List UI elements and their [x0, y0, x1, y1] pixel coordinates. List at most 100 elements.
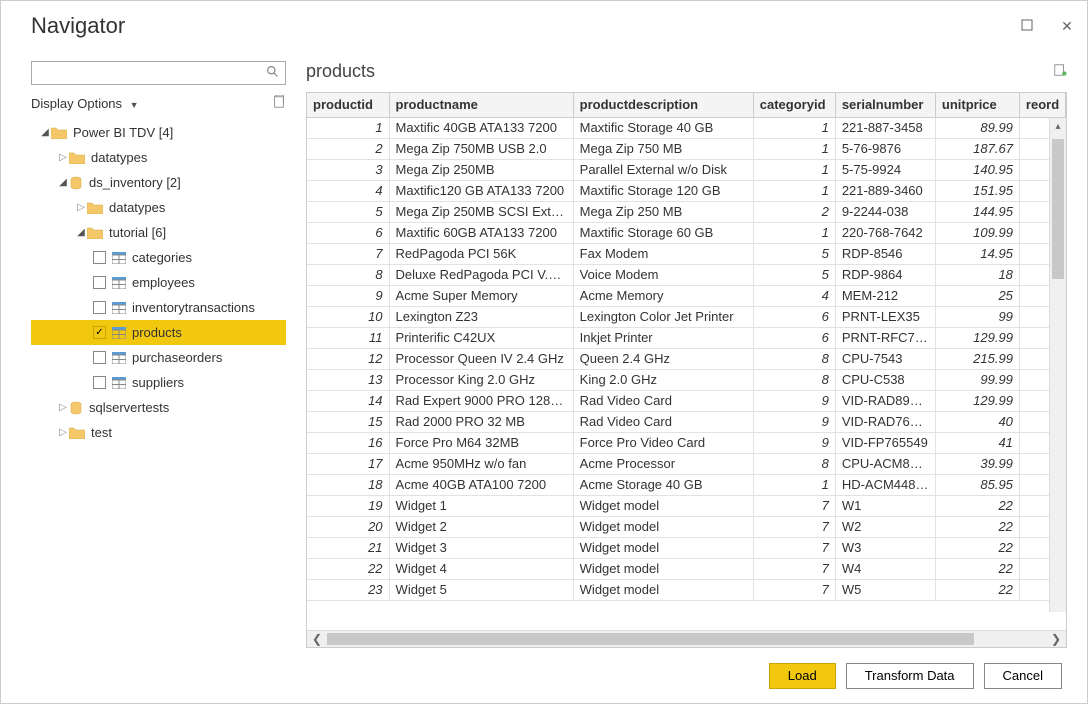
table-row[interactable]: 16Force Pro M64 32MBForce Pro Video Card… [307, 432, 1066, 453]
chevron-down-icon[interactable]: ◢ [57, 177, 69, 188]
chevron-right-icon[interactable]: ▷ [75, 202, 87, 213]
table-row[interactable]: 20Widget 2Widget model7W222 [307, 516, 1066, 537]
preview-action-icon[interactable] [1053, 63, 1067, 80]
table-row[interactable]: 14Rad Expert 9000 PRO 128 MBRad Video Ca… [307, 390, 1066, 411]
cell-productname: Maxtific 60GB ATA133 7200 [389, 222, 573, 243]
table-row[interactable]: 17Acme 950MHz w/o fanAcme Processor8CPU-… [307, 453, 1066, 474]
display-options-label: Display Options [31, 96, 122, 111]
cell-productname: Widget 4 [389, 558, 573, 579]
vertical-scrollbar[interactable]: ▴ [1049, 118, 1066, 612]
table-row[interactable]: 3Mega Zip 250MBParallel External w/o Dis… [307, 159, 1066, 180]
column-header-serialnumber[interactable]: serialnumber [835, 93, 935, 117]
chevron-right-icon[interactable]: ▷ [57, 152, 69, 163]
cell-productdescription: Acme Storage 40 GB [573, 474, 753, 495]
table-row[interactable]: 1Maxtific 40GB ATA133 7200Maxtific Stora… [307, 117, 1066, 138]
tree-node-power-bi-tdv-4-[interactable]: ◢Power BI TDV [4] [31, 120, 286, 145]
cell-serialnumber: W3 [835, 537, 935, 558]
cell-unitprice: 129.99 [935, 390, 1019, 411]
cell-categoryid: 9 [753, 432, 835, 453]
cell-productname: Rad Expert 9000 PRO 128 MB [389, 390, 573, 411]
cell-unitprice: 129.99 [935, 327, 1019, 348]
tree-table-inventorytransactions[interactable]: inventorytransactions [31, 295, 286, 320]
table-row[interactable]: 8Deluxe RedPagoda PCI V.90 56KVoice Mode… [307, 264, 1066, 285]
column-header-productdescription[interactable]: productdescription [573, 93, 753, 117]
load-button[interactable]: Load [769, 663, 836, 689]
cell-productid: 9 [307, 285, 389, 306]
cell-productname: Processor King 2.0 GHz [389, 369, 573, 390]
horizontal-scrollbar[interactable]: ❮ ❯ [307, 630, 1066, 647]
display-options-button[interactable]: Display Options ▼ [31, 96, 139, 111]
tree-node-datatypes[interactable]: ▷datatypes [31, 145, 286, 170]
column-header-reord[interactable]: reord [1019, 93, 1065, 117]
table-row[interactable]: 15Rad 2000 PRO 32 MBRad Video Card9VID-R… [307, 411, 1066, 432]
table-row[interactable]: 13Processor King 2.0 GHzKing 2.0 GHz8CPU… [307, 369, 1066, 390]
tree-node-ds-inventory-2-[interactable]: ◢ds_inventory [2] [31, 170, 286, 195]
table-row[interactable]: 21Widget 3Widget model7W322 [307, 537, 1066, 558]
tree-item-label: inventorytransactions [132, 300, 255, 315]
scroll-left-icon[interactable]: ❮ [307, 632, 327, 646]
chevron-down-icon: ▼ [130, 100, 139, 110]
minimize-icon[interactable] [1007, 18, 1047, 34]
tree-table-employees[interactable]: employees [31, 270, 286, 295]
table-row[interactable]: 2Mega Zip 750MB USB 2.0Mega Zip 750 MB15… [307, 138, 1066, 159]
table-row[interactable]: 18Acme 40GB ATA100 7200Acme Storage 40 G… [307, 474, 1066, 495]
tree-table-purchaseorders[interactable]: purchaseorders [31, 345, 286, 370]
cell-categoryid: 9 [753, 411, 835, 432]
table-row[interactable]: 7RedPagoda PCI 56KFax Modem5RDP-854614.9… [307, 243, 1066, 264]
scroll-up-icon[interactable]: ▴ [1050, 118, 1066, 135]
table-row[interactable]: 9Acme Super MemoryAcme Memory4MEM-21225 [307, 285, 1066, 306]
checkbox[interactable] [93, 351, 106, 364]
table-row[interactable]: 10Lexington Z23Lexington Color Jet Print… [307, 306, 1066, 327]
chevron-right-icon[interactable]: ▷ [57, 427, 69, 438]
close-icon[interactable]: ✕ [1047, 18, 1087, 35]
cell-serialnumber: 221-887-3458 [835, 117, 935, 138]
preview-header: products [306, 61, 1067, 82]
column-header-categoryid[interactable]: categoryid [753, 93, 835, 117]
checkbox[interactable] [93, 326, 106, 339]
table-row[interactable]: 12Processor Queen IV 2.4 GHzQueen 2.4 GH… [307, 348, 1066, 369]
cell-productdescription: King 2.0 GHz [573, 369, 753, 390]
scroll-right-icon[interactable]: ❯ [1046, 632, 1066, 646]
tree-table-products[interactable]: products [31, 320, 286, 345]
chevron-down-icon[interactable]: ◢ [39, 127, 51, 138]
transform-data-button[interactable]: Transform Data [846, 663, 974, 689]
tree-node-sqlservertests[interactable]: ▷sqlservertests [31, 395, 286, 420]
scroll-thumb-vertical[interactable] [1052, 139, 1064, 279]
table-row[interactable]: 23Widget 5Widget model7W522 [307, 579, 1066, 600]
table-row[interactable]: 19Widget 1Widget model7W122 [307, 495, 1066, 516]
search-icon[interactable] [260, 65, 285, 81]
cell-productdescription: Rad Video Card [573, 411, 753, 432]
database-icon [69, 401, 83, 415]
search-input[interactable] [32, 62, 260, 84]
tree-node-tutorial-6-[interactable]: ◢tutorial [6] [31, 220, 286, 245]
cancel-button[interactable]: Cancel [984, 663, 1062, 689]
chevron-right-icon[interactable]: ▷ [57, 402, 69, 413]
data-grid-scroll[interactable]: productidproductnameproductdescriptionca… [307, 93, 1066, 630]
tree-table-categories[interactable]: categories [31, 245, 286, 270]
table-row[interactable]: 5Mega Zip 250MB SCSI ExternalMega Zip 25… [307, 201, 1066, 222]
column-header-productname[interactable]: productname [389, 93, 573, 117]
checkbox[interactable] [93, 251, 106, 264]
search-box[interactable] [31, 61, 286, 85]
checkbox[interactable] [93, 276, 106, 289]
scroll-thumb-horizontal[interactable] [327, 633, 974, 645]
cell-categoryid: 5 [753, 243, 835, 264]
folder-icon [51, 127, 67, 139]
column-header-unitprice[interactable]: unitprice [935, 93, 1019, 117]
tree-node-datatypes[interactable]: ▷datatypes [31, 195, 286, 220]
table-row[interactable]: 22Widget 4Widget model7W422 [307, 558, 1066, 579]
table-row[interactable]: 4Maxtific120 GB ATA133 7200Maxtific Stor… [307, 180, 1066, 201]
folder-icon [69, 152, 85, 164]
refresh-icon[interactable] [272, 95, 286, 112]
cell-categoryid: 1 [753, 117, 835, 138]
chevron-down-icon[interactable]: ◢ [75, 227, 87, 238]
column-header-productid[interactable]: productid [307, 93, 389, 117]
cell-unitprice: 22 [935, 558, 1019, 579]
checkbox[interactable] [93, 376, 106, 389]
checkbox[interactable] [93, 301, 106, 314]
cell-productname: Rad 2000 PRO 32 MB [389, 411, 573, 432]
tree-node-test[interactable]: ▷test [31, 420, 286, 445]
tree-table-suppliers[interactable]: suppliers [31, 370, 286, 395]
table-row[interactable]: 11Printerific C42UXInkjet Printer6PRNT-R… [307, 327, 1066, 348]
table-row[interactable]: 6Maxtific 60GB ATA133 7200Maxtific Stora… [307, 222, 1066, 243]
